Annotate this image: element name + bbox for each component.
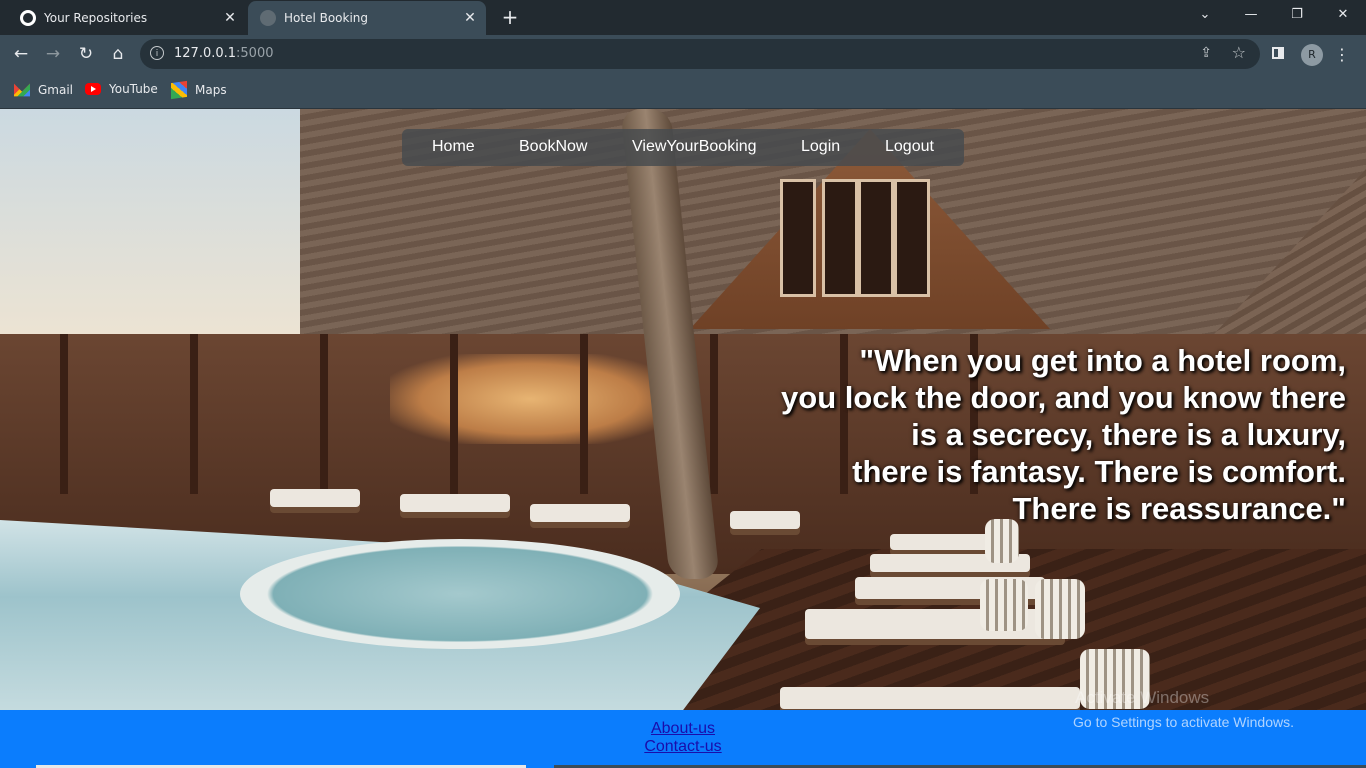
lounger (780, 687, 1080, 709)
maps-icon (171, 80, 187, 100)
gmail-icon (14, 83, 30, 97)
kebab-menu-icon[interactable]: ⋮ (1334, 44, 1350, 66)
quote-line: "When you get into a hotel room, (859, 343, 1346, 378)
globe-icon (260, 10, 276, 26)
bookmark-youtube[interactable]: YouTube (85, 82, 158, 96)
forward-icon[interactable]: → (40, 41, 66, 67)
bookmark-gmail[interactable]: Gmail (14, 82, 73, 98)
lounger (270, 489, 360, 507)
nav-login-link[interactable]: Login (801, 138, 840, 156)
bookmark-label: Gmail (38, 83, 74, 97)
share-icon[interactable]: ⇪ (1200, 45, 1212, 61)
browser-toolbar: ← → ↻ ⌂ i 127.0.0.1:5000 ⇪ ☆ R ⋮ (0, 35, 1366, 73)
window (858, 179, 894, 297)
nav-booknow-link[interactable]: BookNow (519, 138, 587, 156)
address-bar[interactable]: i 127.0.0.1:5000 ⇪ ☆ (140, 39, 1260, 69)
minimize-button[interactable]: — (1228, 0, 1274, 30)
quote-line: you lock the door, and you know there (781, 380, 1346, 415)
quote-line: there is fantasy. There is comfort. (852, 454, 1346, 489)
bookmark-star-icon[interactable]: ☆ (1232, 43, 1246, 62)
profile-avatar[interactable]: R (1301, 44, 1323, 66)
cushion (980, 579, 1028, 631)
side-panel-icon[interactable] (1272, 47, 1284, 59)
nav-home-link[interactable]: Home (432, 138, 475, 156)
github-icon (20, 10, 36, 26)
nav-view-booking-link[interactable]: ViewYourBooking (632, 138, 757, 156)
window (822, 179, 858, 297)
tab-your-repositories[interactable]: Your Repositories ✕ (8, 1, 246, 35)
url-text[interactable]: 127.0.0.1:5000 (174, 46, 274, 61)
contact-us-link[interactable]: Contact-us (0, 738, 1366, 756)
close-tab-icon[interactable]: ✕ (460, 10, 480, 26)
lounger (530, 504, 630, 522)
close-window-button[interactable]: ✕ (1320, 0, 1366, 30)
restore-button[interactable]: ❐ (1274, 0, 1320, 30)
new-tab-button[interactable]: + (498, 4, 522, 30)
reload-icon[interactable]: ↻ (73, 41, 99, 67)
bookmarks-bar: Gmail YouTube Maps (0, 73, 1366, 109)
quote-line: is a secrecy, there is a luxury, (911, 417, 1346, 452)
window (894, 179, 930, 297)
hero-quote: "When you get into a hotel room, you loc… (706, 342, 1346, 527)
activate-windows-title: Activate Windows (1075, 688, 1210, 707)
tab-strip: Your Repositories ✕ Hotel Booking ✕ + ⌄ … (0, 0, 1366, 35)
activate-windows-subtitle: Go to Settings to activate Windows. (1073, 714, 1294, 730)
window (780, 179, 816, 297)
jacuzzi (240, 539, 680, 649)
quote-line: There is reassurance." (1012, 491, 1347, 526)
bookmark-maps[interactable]: Maps (171, 80, 227, 100)
tab-search-button[interactable]: ⌄ (1182, 0, 1228, 30)
tab-hotel-booking[interactable]: Hotel Booking ✕ (248, 1, 486, 35)
site-info-icon[interactable]: i (150, 46, 164, 60)
cushion (1035, 579, 1085, 639)
home-icon[interactable]: ⌂ (105, 41, 131, 67)
youtube-icon (85, 83, 101, 95)
nav-logout-link[interactable]: Logout (885, 138, 934, 156)
bookmark-label: Maps (195, 83, 227, 97)
main-nav: Home BookNow ViewYourBooking Login Logou… (402, 129, 964, 166)
lounger (400, 494, 510, 512)
page-viewport: Home BookNow ViewYourBooking Login Logou… (0, 109, 1366, 768)
close-tab-icon[interactable]: ✕ (220, 10, 240, 26)
bookmark-label: YouTube (109, 82, 158, 96)
tab-title: Hotel Booking (284, 11, 369, 25)
back-icon[interactable]: ← (8, 41, 34, 67)
tab-title: Your Repositories (44, 11, 148, 25)
